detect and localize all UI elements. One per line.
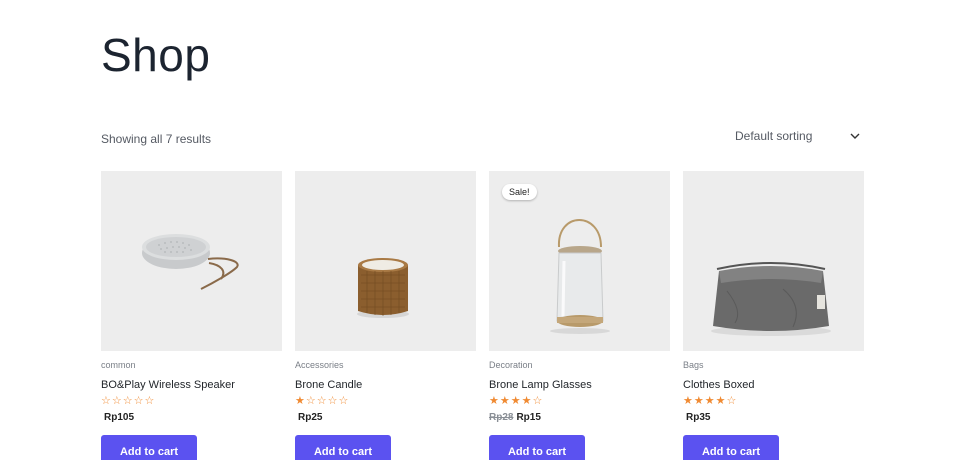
product-name[interactable]: BO&Play Wireless Speaker xyxy=(101,379,282,393)
product-current-price: Rp105 xyxy=(104,412,135,423)
sale-badge: Sale! xyxy=(502,184,537,200)
star-empty-icon: ☆ xyxy=(327,395,338,407)
star-filled-icon: ★ xyxy=(715,395,726,407)
product-current-price: Rp35 xyxy=(686,412,711,423)
product-card: common BO&Play Wireless Speaker ☆ ☆ ☆ ☆ ☆ Rp… xyxy=(101,171,282,460)
product-card: Accessories Brone Candle ★ ☆ ☆ ☆ ☆ Rp25 Add … xyxy=(295,171,476,460)
star-filled-icon: ★ xyxy=(683,395,693,407)
product-name[interactable]: Brone Candle xyxy=(295,379,476,393)
product-price: Rp105 xyxy=(101,412,282,425)
basket-image xyxy=(711,262,831,336)
star-empty-icon: ☆ xyxy=(316,395,327,407)
star-empty-icon: ☆ xyxy=(305,395,316,407)
candle-image xyxy=(357,258,409,318)
star-empty-icon: ☆ xyxy=(133,395,144,407)
speaker-image xyxy=(142,234,239,290)
product-old-price: Rp28 xyxy=(489,412,514,423)
star-filled-icon: ★ xyxy=(704,395,715,407)
product-image[interactable] xyxy=(295,171,476,351)
page-title: Shop xyxy=(101,29,211,81)
product-price: Rp28 Rp15 xyxy=(489,412,670,425)
product-image[interactable] xyxy=(683,171,864,351)
add-to-cart-button[interactable]: Add to cart xyxy=(295,435,391,460)
star-filled-icon: ★ xyxy=(693,395,704,407)
star-empty-icon: ☆ xyxy=(532,395,543,407)
product-category: Bags xyxy=(683,360,704,370)
product-name[interactable]: Brone Lamp Glasses xyxy=(489,379,670,393)
star-empty-icon: ☆ xyxy=(122,395,133,407)
product-current-price: Rp25 xyxy=(298,412,323,423)
star-filled-icon: ★ xyxy=(510,395,521,407)
product-rating: ★ ★ ★ ★ ☆ xyxy=(489,396,670,408)
product-current-price: Rp15 xyxy=(516,412,541,423)
product-category: common xyxy=(101,360,136,370)
product-card: Bags Clothes Boxed ★ ★ ★ ★ ☆ Rp35 Add to car… xyxy=(683,171,864,460)
star-empty-icon: ☆ xyxy=(338,395,349,407)
star-empty-icon: ☆ xyxy=(144,395,155,407)
star-filled-icon: ★ xyxy=(489,395,499,407)
add-to-cart-button[interactable]: Add to cart xyxy=(489,435,585,460)
result-count: Showing all 7 results xyxy=(101,132,212,146)
product-rating: ☆ ☆ ☆ ☆ ☆ xyxy=(101,396,282,408)
product-rating: ★ ★ ★ ★ ☆ xyxy=(683,396,864,408)
product-card: Sale! Decoration Brone Lamp Glasses ★ ★ ★ ★… xyxy=(489,171,670,460)
star-filled-icon: ★ xyxy=(521,395,532,407)
product-grid: common BO&Play Wireless Speaker ☆ ☆ ☆ ☆ ☆ Rp… xyxy=(101,171,864,460)
star-filled-icon: ★ xyxy=(295,395,305,407)
add-to-cart-button[interactable]: Add to cart xyxy=(683,435,779,460)
product-category: Decoration xyxy=(489,360,533,370)
star-empty-icon: ☆ xyxy=(101,395,111,407)
product-image[interactable]: Sale! xyxy=(489,171,670,351)
product-image[interactable] xyxy=(101,171,282,351)
product-category: Accessories xyxy=(295,360,344,370)
star-filled-icon: ★ xyxy=(499,395,510,407)
product-price: Rp35 xyxy=(683,412,864,425)
add-to-cart-button[interactable]: Add to cart xyxy=(101,435,197,460)
sort-select-label: Default sorting xyxy=(735,129,813,143)
product-name[interactable]: Clothes Boxed xyxy=(683,379,864,393)
product-rating: ★ ☆ ☆ ☆ ☆ xyxy=(295,396,476,408)
star-empty-icon: ☆ xyxy=(726,395,737,407)
sort-select[interactable]: Default sorting xyxy=(735,126,861,146)
product-price: Rp25 xyxy=(295,412,476,425)
chevron-down-icon xyxy=(850,133,860,139)
star-empty-icon: ☆ xyxy=(111,395,122,407)
